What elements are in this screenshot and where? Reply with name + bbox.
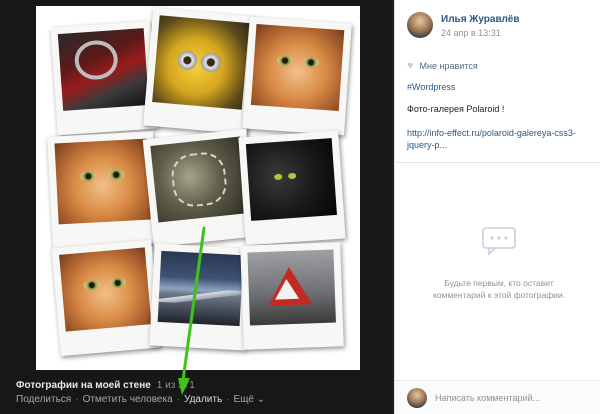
share-button[interactable]: Поделиться <box>16 394 71 405</box>
post-header: Илья Журавлёв 24 апр в 13:31 <box>407 12 597 42</box>
link-line: jquery-p... <box>407 140 448 150</box>
polaroid-card <box>50 20 158 136</box>
comment-bar <box>395 380 600 414</box>
polaroid-card <box>240 242 344 350</box>
delete-button[interactable]: Удалить <box>184 394 222 405</box>
more-label: Ещё <box>233 394 254 405</box>
photo[interactable] <box>36 6 360 370</box>
photo-counter: 1 из 371 <box>156 380 195 391</box>
polaroid-card <box>242 16 352 136</box>
cat-photo <box>54 138 151 225</box>
empty-comments-line: Будьте первым, кто оставит <box>444 278 554 288</box>
black-cat-photo <box>245 138 337 221</box>
photo-description: Фото-галерея Polaroid ! <box>407 104 505 114</box>
photo-actions: Поделиться · Отметить человека · Удалить · Ещё… <box>16 394 265 405</box>
empty-comments-text: Будьте первым, кто оставит комментарий к… <box>409 277 589 301</box>
avatar[interactable] <box>407 12 433 38</box>
author-name[interactable]: Илья Журавлёв <box>441 14 520 25</box>
flowers-photo <box>150 136 248 223</box>
comments-icon <box>482 227 516 256</box>
polaroid-card <box>149 243 251 351</box>
minion-photo <box>152 15 250 110</box>
polaroid-card <box>238 130 346 246</box>
polaroid-card <box>47 131 159 249</box>
photo-caption: Фотографии на моей стене 1 из 371 <box>16 380 386 391</box>
album-title[interactable]: Фотографии на моей стене <box>16 380 151 391</box>
comment-input[interactable] <box>435 390 595 406</box>
link-line: http://info-effect.ru/polaroid-galereya-… <box>407 128 576 138</box>
tag-person-button[interactable]: Отметить человека <box>83 394 173 405</box>
cat-photo <box>59 247 152 332</box>
photo-viewer: Фотографии на моей стене 1 из 371 Поделит… <box>0 0 392 414</box>
hashtag-link[interactable]: #Wordpress <box>407 82 455 92</box>
polaroid-card <box>51 239 161 357</box>
empty-comments-line: комментарий к этой фотографии. <box>432 290 566 300</box>
separator: · <box>226 394 230 405</box>
like-button[interactable]: ♥ Мне нравится <box>407 60 478 72</box>
car-interior-photo <box>57 28 149 111</box>
polaroid-card <box>143 7 257 135</box>
external-link[interactable]: http://info-effect.ru/polaroid-galereya-… <box>407 127 587 151</box>
like-label: Мне нравится <box>419 61 478 71</box>
divider <box>395 162 600 163</box>
avatar <box>407 388 427 408</box>
separator: · <box>75 394 79 405</box>
post-sidebar: Илья Журавлёв 24 апр в 13:31 ♥ Мне нрави… <box>394 0 600 414</box>
mountain-photo <box>157 250 244 327</box>
more-button[interactable]: Ещё ⌄ <box>234 394 266 405</box>
cat-photo <box>250 24 345 111</box>
chevron-down-icon: ⌄ <box>256 394 266 405</box>
separator: · <box>176 394 180 405</box>
heart-icon: ♥ <box>407 60 414 72</box>
post-date[interactable]: 24 апр в 13:31 <box>441 28 501 38</box>
road-sign-photo <box>247 249 336 326</box>
